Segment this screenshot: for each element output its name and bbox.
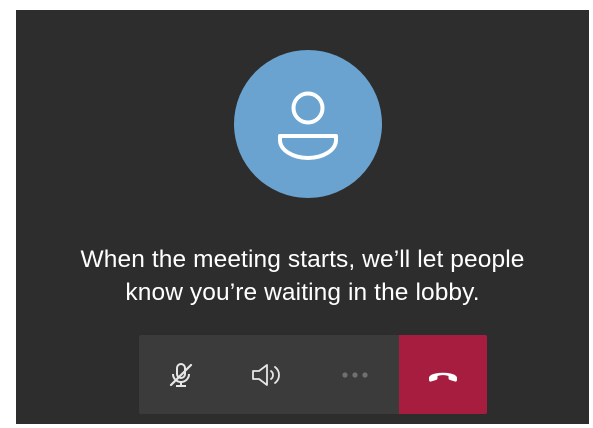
avatar bbox=[234, 50, 382, 198]
lobby-message-line-1: When the meeting starts, we’ll let peopl… bbox=[80, 246, 525, 273]
hang-up-button[interactable] bbox=[399, 335, 487, 414]
hang-up-icon bbox=[429, 372, 457, 382]
more-options-icon bbox=[342, 371, 368, 378]
speaker-icon bbox=[252, 363, 280, 386]
lobby-message: When the meeting starts, we’ll let peopl… bbox=[16, 243, 589, 309]
speaker-button[interactable] bbox=[223, 335, 311, 414]
person-icon bbox=[278, 91, 338, 160]
mute-microphone-button[interactable] bbox=[139, 335, 223, 414]
microphone-off-icon bbox=[169, 362, 193, 387]
call-controls-bar bbox=[139, 335, 487, 414]
lobby-message-line-2: know you’re waiting in the lobby. bbox=[125, 279, 480, 306]
lobby-screen: When the meeting starts, we’ll let peopl… bbox=[16, 10, 589, 424]
more-options-button[interactable] bbox=[311, 335, 399, 414]
